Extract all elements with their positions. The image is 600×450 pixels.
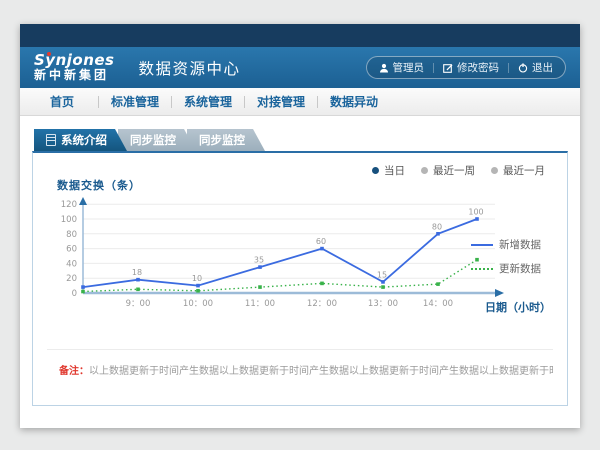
dotted-line-swatch (471, 268, 493, 270)
radio-dot (421, 167, 428, 174)
radio-dot (372, 167, 379, 174)
data-point (381, 285, 385, 289)
data-point (136, 288, 140, 292)
data-point (475, 217, 479, 221)
data-point-label: 15 (377, 270, 387, 279)
data-point (196, 289, 200, 293)
y-tick-label: 100 (61, 215, 77, 225)
y-tick-label: 60 (66, 245, 77, 255)
tab-label: 同步监控 (199, 129, 245, 151)
radio-last-month[interactable]: 最近一月 (491, 163, 545, 178)
power-icon (518, 63, 528, 73)
data-point (196, 284, 200, 288)
radio-label: 当日 (384, 163, 405, 178)
data-point-label: 35 (254, 256, 264, 265)
nav-item-standard-mgmt[interactable]: 标准管理 (99, 93, 171, 110)
radio-label: 最近一月 (503, 163, 545, 178)
x-tick-label: 12：00 (307, 299, 337, 309)
change-password-button[interactable]: 修改密码 (443, 60, 499, 75)
nav-item-data-change[interactable]: 数据异动 (318, 93, 390, 110)
x-tick-label: 11：00 (245, 299, 275, 309)
y-tick-label: 80 (66, 230, 77, 240)
y-axis-arrow (79, 197, 87, 205)
x-tick-label: 10：00 (183, 299, 213, 309)
desktop-background: Synjones 新中新集团 数据资源中心 管理员 修改密码 (0, 0, 600, 450)
data-point-label: 18 (132, 268, 142, 277)
logout-label: 退出 (532, 60, 553, 75)
tab-bar: 系统介绍 同步监控 同步监控 (34, 129, 580, 151)
y-tick-label: 40 (66, 259, 77, 269)
data-point (81, 290, 85, 294)
data-point-label: 80 (432, 222, 442, 231)
series-line-新增数据 (83, 219, 477, 287)
radio-dot (491, 167, 498, 174)
radio-last-week[interactable]: 最近一周 (421, 163, 475, 178)
tab-sync-monitor-1[interactable]: 同步监控 (118, 129, 196, 151)
x-tick-label: 13：00 (368, 299, 398, 309)
radio-today[interactable]: 当日 (372, 163, 405, 178)
data-point (320, 282, 324, 286)
toolbar-divider (433, 63, 434, 73)
data-point (258, 285, 262, 289)
app-header: Synjones 新中新集团 数据资源中心 管理员 修改密码 (20, 47, 580, 88)
tab-label: 同步监控 (130, 129, 176, 151)
data-point (258, 265, 262, 269)
nav-item-home[interactable]: 首页 (26, 93, 98, 110)
nav-item-system-mgmt[interactable]: 系统管理 (172, 93, 244, 110)
footnote-text: 以上数据更新于时间产生数据以上数据更新于时间产生数据以上数据更新于时间产生数据以… (89, 366, 553, 377)
chart-panel: 当日 最近一周 最近一月 数据交换（条） 0 20 40 60 80 100 120 9：00… (32, 151, 568, 406)
legend-new-data[interactable]: 新增数据 (471, 237, 541, 252)
legend-label: 新增数据 (499, 237, 541, 252)
chart-legend: 新增数据 更新数据 (471, 237, 541, 285)
brand-logo[interactable]: Synjones 新中新集团 (34, 53, 115, 81)
x-tick-label: 14：00 (423, 299, 453, 309)
data-point (436, 282, 440, 286)
logout-button[interactable]: 退出 (518, 60, 553, 75)
exchange-line-chart: 0 20 40 60 80 100 120 9：00 10：00 11：00 12：00 13：00 1… (51, 197, 511, 319)
data-point-label: 60 (316, 237, 326, 246)
brand-logo-en: Synjones (34, 53, 115, 69)
app-window: Synjones 新中新集团 数据资源中心 管理员 修改密码 (20, 24, 580, 428)
data-point (381, 280, 385, 284)
y-tick-label: 0 (72, 289, 77, 299)
change-password-label: 修改密码 (457, 60, 499, 75)
x-axis-arrow (495, 289, 504, 297)
solid-line-swatch (471, 244, 493, 246)
time-range-filters: 当日 最近一周 最近一月 (372, 163, 545, 178)
data-point (136, 278, 140, 282)
y-tick-label: 20 (66, 274, 77, 284)
data-point (320, 247, 324, 251)
page-title: 数据资源中心 (139, 57, 241, 79)
footnote-label: 备注： (59, 366, 89, 377)
user-icon (379, 63, 389, 73)
window-top-strip (20, 24, 580, 47)
toolbar-divider (508, 63, 509, 73)
document-icon (46, 134, 56, 146)
nav-item-docking-mgmt[interactable]: 对接管理 (245, 93, 317, 110)
data-point (81, 285, 85, 289)
footnote: 备注：以上数据更新于时间产生数据以上数据更新于时间产生数据以上数据更新于时间产生… (47, 349, 553, 377)
data-point (436, 232, 440, 236)
data-point-label: 100 (468, 208, 483, 217)
current-user-button[interactable]: 管理员 (379, 60, 425, 75)
main-nav: 首页 标准管理 系统管理 对接管理 数据异动 (20, 88, 580, 116)
tab-system-intro[interactable]: 系统介绍 (34, 129, 127, 151)
y-axis-title: 数据交换（条） (57, 177, 141, 193)
user-toolbar: 管理员 修改密码 退出 (366, 56, 567, 79)
x-tick-label: 9：00 (126, 299, 151, 309)
current-user-label: 管理员 (393, 60, 425, 75)
tab-sync-monitor-2[interactable]: 同步监控 (187, 129, 265, 151)
legend-label: 更新数据 (499, 261, 541, 276)
y-tick-label: 120 (61, 200, 77, 210)
x-axis-title: 日期（小时） (485, 299, 551, 315)
data-point-label: 10 (192, 274, 202, 283)
edit-icon (443, 63, 453, 73)
tab-label: 系统介绍 (61, 129, 107, 151)
radio-label: 最近一周 (433, 163, 475, 178)
legend-updated-data[interactable]: 更新数据 (471, 261, 541, 276)
series-line-更新数据 (83, 260, 477, 292)
brand-logo-cn: 新中新集团 (34, 69, 115, 82)
